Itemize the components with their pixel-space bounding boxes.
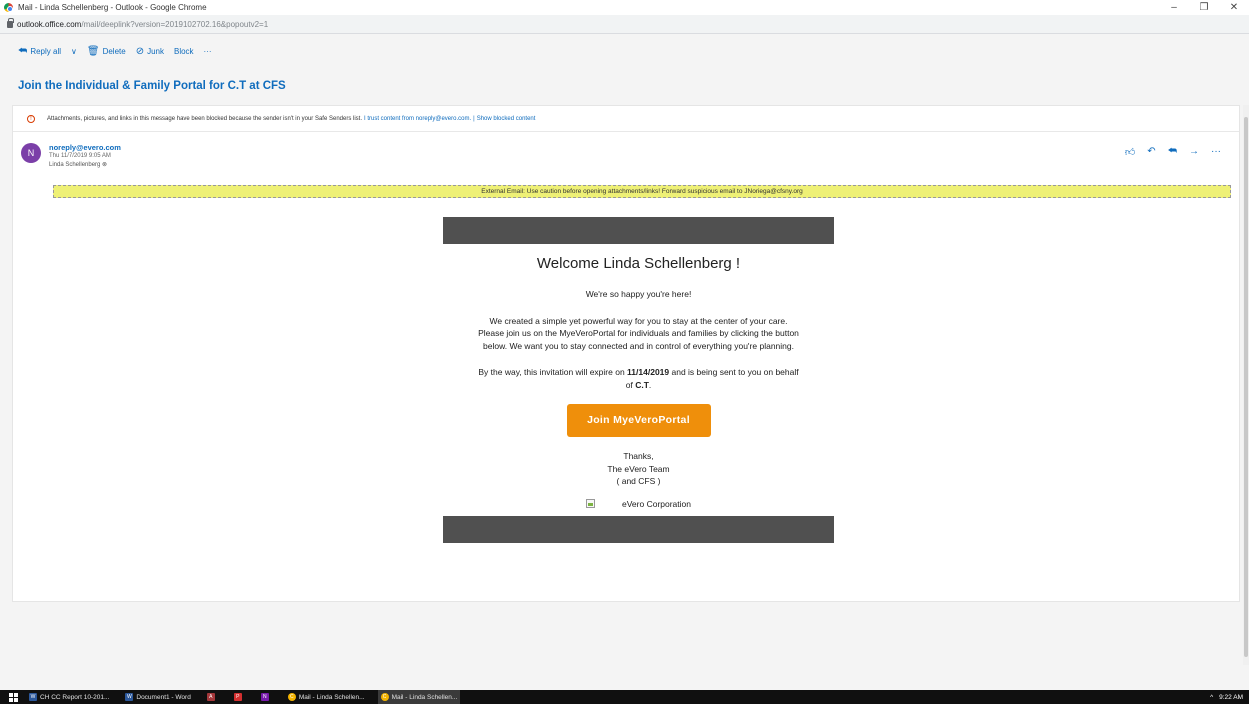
team-text: The eVero Team bbox=[607, 463, 670, 474]
more-options-icon[interactable]: ··· bbox=[1211, 146, 1221, 158]
corporation-footer: eVero Corporation bbox=[443, 498, 834, 511]
footer-bar bbox=[443, 516, 834, 543]
reply-all-button[interactable]: ⮪ Reply all bbox=[18, 46, 61, 57]
behalf-of: C.T bbox=[635, 379, 649, 390]
like-icon[interactable]: 👍︎ bbox=[1125, 146, 1135, 158]
restore-button[interactable]: ❐ bbox=[1189, 0, 1219, 15]
join-portal-button[interactable]: Join MyeVeroPortal bbox=[566, 404, 711, 437]
acrobat-icon: P bbox=[233, 693, 242, 701]
expiry-paragraph: By the way, this invitation will expire … bbox=[443, 366, 834, 391]
word-icon: W bbox=[29, 693, 37, 701]
taskbar-item-onenote[interactable]: N bbox=[258, 690, 275, 704]
chrome-icon: C bbox=[380, 693, 389, 701]
welcome-heading: Welcome Linda Schellenberg ! bbox=[536, 255, 741, 272]
url-domain: outlook.office.com bbox=[17, 19, 82, 29]
forward-icon[interactable]: → bbox=[1189, 146, 1199, 158]
taskbar-item-acrobat[interactable]: P bbox=[231, 690, 248, 704]
scrollbar[interactable] bbox=[1243, 105, 1249, 665]
window-controls: – ❐ ✕ bbox=[1159, 0, 1249, 15]
external-email-banner: External Email: Use caution before openi… bbox=[53, 185, 1231, 198]
junk-label: Junk bbox=[147, 46, 164, 56]
windows-start-icon[interactable] bbox=[9, 692, 18, 702]
sender-email[interactable]: noreply@evero.com bbox=[49, 143, 121, 152]
intro-paragraph: We created a simple yet powerful way for… bbox=[478, 315, 799, 351]
thanks-text: Thanks, bbox=[623, 451, 654, 461]
block-label: Block bbox=[173, 46, 194, 56]
reply-all-icon: ⮪ bbox=[18, 45, 28, 57]
chevron-down-icon[interactable]: ∨ bbox=[71, 47, 77, 56]
taskbar-item-document[interactable]: W Document1 - Word bbox=[122, 690, 193, 704]
trust-sender-link[interactable]: I trust content from noreply@evero.com. bbox=[364, 116, 471, 122]
chrome-logo-icon bbox=[4, 3, 13, 12]
url-path: /mail/deeplink?version=2019102702.16&pop… bbox=[81, 19, 269, 29]
access-icon: A bbox=[206, 693, 215, 701]
reply-all-icon[interactable]: ⮪ bbox=[1168, 146, 1177, 158]
window-title-bar: Mail - Linda Schellenberg - Outlook - Go… bbox=[0, 0, 1249, 15]
corporation-name: eVero Corporation bbox=[622, 498, 691, 509]
reading-pane: ! Attachments, pictures, and links in th… bbox=[12, 105, 1240, 602]
blocked-notice: Attachments, pictures, and links in this… bbox=[47, 115, 362, 122]
info-icon: ! bbox=[27, 114, 35, 123]
avatar[interactable]: N bbox=[21, 143, 41, 163]
scrollbar-thumb[interactable] bbox=[1244, 117, 1248, 657]
message-actions: 👍︎ ↶ ⮪ → ··· bbox=[1113, 146, 1221, 158]
taskbar-item-label: CH CC Report 10-201... bbox=[40, 693, 110, 701]
taskbar-item-label: Mail - Linda Schellen... bbox=[298, 693, 365, 701]
reply-icon[interactable]: ↶ bbox=[1147, 146, 1155, 158]
delete-label: Delete bbox=[102, 46, 126, 56]
address-bar[interactable]: outlook.office.com/mail/deeplink?version… bbox=[0, 15, 1249, 34]
close-button[interactable]: ✕ bbox=[1219, 0, 1249, 15]
taskbar-item-mail-1[interactable]: C Mail - Linda Schellen... bbox=[285, 690, 368, 704]
taskbar-item-access[interactable]: A bbox=[204, 690, 221, 704]
sent-date: Thu 11/7/2019 9:05 AM bbox=[49, 153, 111, 159]
junk-button[interactable]: ⊘ Junk bbox=[136, 46, 164, 57]
header-bar bbox=[443, 217, 834, 244]
email-subject: Join the Individual & Family Portal for … bbox=[18, 80, 286, 92]
trash-icon: 🗑 bbox=[86, 45, 100, 57]
taskbar-item-label: Document1 - Word bbox=[136, 693, 191, 701]
minimize-button[interactable]: – bbox=[1159, 0, 1189, 15]
happy-text: We're so happy you're here! bbox=[585, 289, 692, 299]
clock[interactable]: 9:22 AM bbox=[1219, 694, 1243, 701]
sender-header: N noreply@evero.com Thu 11/7/2019 9:05 A… bbox=[21, 143, 121, 168]
window-title: Mail - Linda Schellenberg - Outlook - Go… bbox=[18, 3, 207, 12]
taskbar-item-mail-2[interactable]: C Mail - Linda Schellen... bbox=[377, 690, 461, 704]
onenote-icon: N bbox=[260, 693, 269, 701]
taskbar-item-label: Mail - Linda Schellen... bbox=[391, 693, 458, 701]
sender-info: noreply@evero.com Thu 11/7/2019 9:05 AM … bbox=[49, 143, 121, 168]
recipient[interactable]: Linda Schellenberg ⊗ bbox=[49, 161, 121, 168]
word-icon: W bbox=[125, 693, 134, 701]
show-blocked-content-link[interactable]: Show blocked content bbox=[477, 116, 536, 122]
block-button[interactable]: Block bbox=[174, 47, 194, 56]
command-bar: ⮪ Reply all ∨ 🗑 Delete ⊘ Junk Block ··· bbox=[0, 35, 1249, 67]
expiry-date: 11/14/2019 bbox=[627, 367, 670, 377]
email-body: Welcome Linda Schellenberg ! We're so ha… bbox=[443, 217, 834, 543]
junk-icon: ⊘ bbox=[135, 45, 145, 57]
more-icon: ··· bbox=[203, 46, 212, 56]
tray-caret-icon[interactable]: ^ bbox=[1210, 694, 1213, 701]
expiry-prefix: By the way, this invitation will expire … bbox=[478, 367, 628, 377]
taskbar-item-report[interactable]: W CH CC Report 10-201... bbox=[26, 690, 112, 704]
link-separator: | bbox=[473, 115, 475, 122]
chrome-icon: C bbox=[287, 693, 296, 701]
lock-icon[interactable] bbox=[7, 17, 14, 28]
blocked-content-bar: ! Attachments, pictures, and links in th… bbox=[13, 106, 1239, 132]
cfs-text: ( and CFS ) bbox=[616, 476, 661, 486]
broken-image-icon bbox=[586, 499, 595, 509]
reply-all-label: Reply all bbox=[30, 46, 61, 56]
taskbar: W CH CC Report 10-201... W Document1 - W… bbox=[0, 690, 1249, 704]
delete-button[interactable]: 🗑 Delete bbox=[87, 46, 126, 57]
more-actions-button[interactable]: ··· bbox=[204, 47, 212, 56]
system-tray: ^ 9:22 AM bbox=[1204, 690, 1243, 704]
expiry-suffix: . bbox=[648, 379, 652, 390]
